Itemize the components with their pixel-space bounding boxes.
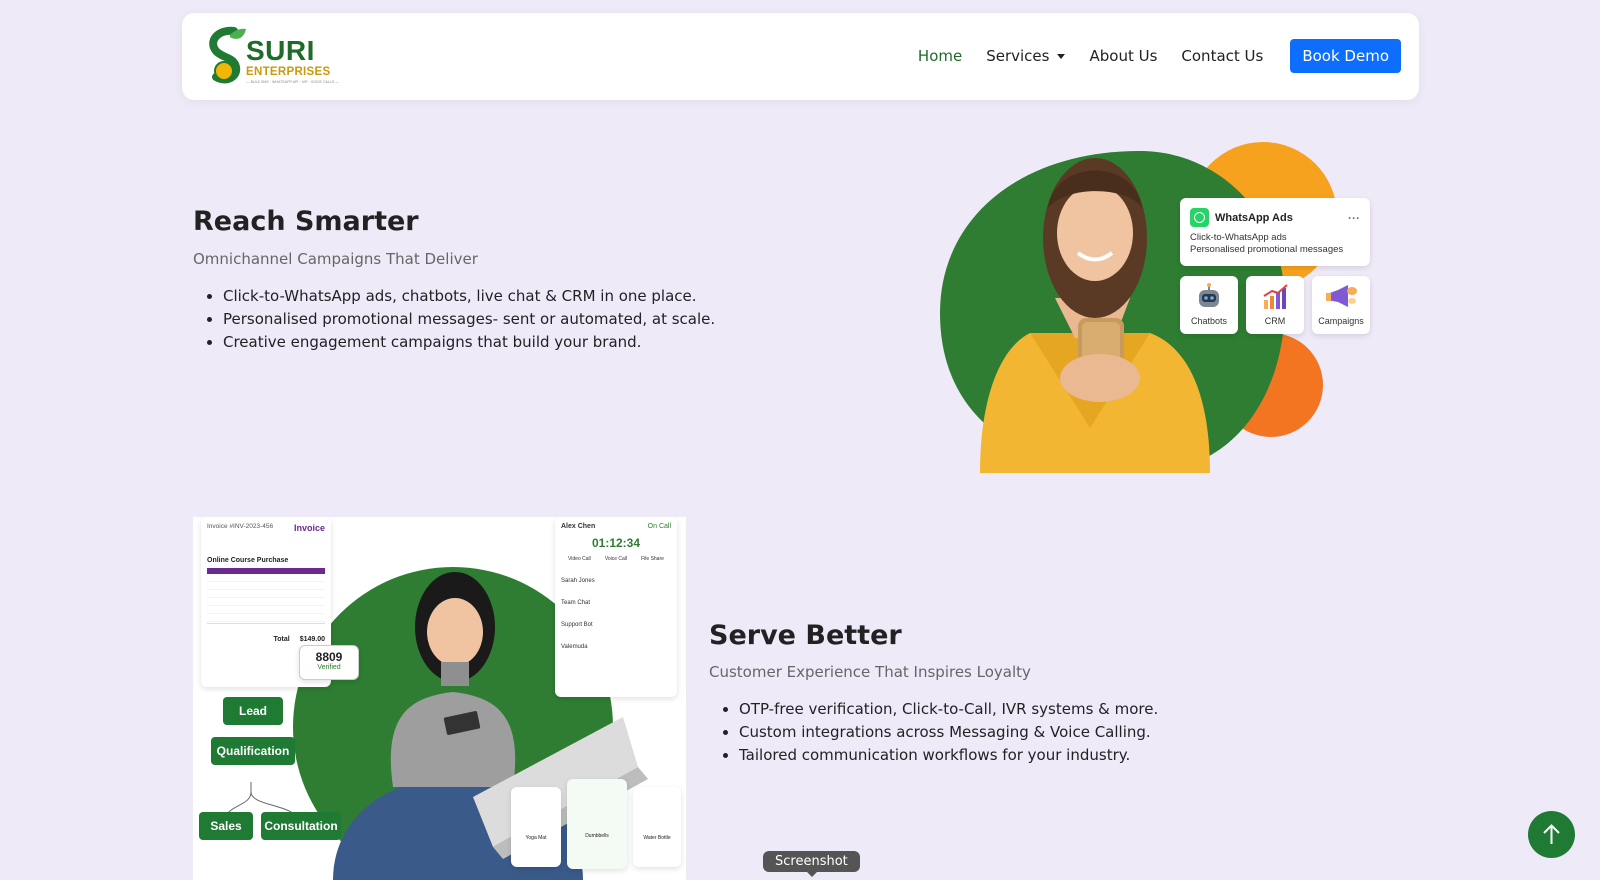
otp-card: 8809 Verified: [299, 645, 359, 680]
nav-contact[interactable]: Contact Us: [1181, 47, 1263, 65]
whatsapp-ads-title: WhatsApp Ads: [1215, 211, 1293, 224]
chat-item: Team Chat: [561, 600, 591, 606]
call-header: Alex Chen On Call: [561, 523, 671, 530]
otp-status: Verified: [317, 664, 341, 671]
call-actions: Video Call Voice Call File Share: [561, 556, 671, 562]
section1-subtitle: Omnichannel Campaigns That Deliver: [193, 250, 478, 268]
invoice-number: Invoice #INV-2023-456: [207, 523, 274, 530]
nav-home[interactable]: Home: [918, 47, 962, 65]
list-item: OTP-free verification, Click-to-Call, IV…: [739, 698, 1158, 721]
logo-subtitle: ENTERPRISES: [246, 66, 331, 78]
crm-card: CRM: [1246, 276, 1304, 334]
invoice-total-label: Total: [273, 636, 290, 643]
chatbots-label: Chatbots: [1190, 316, 1228, 326]
list-item: Personalised promotional messages- sent …: [223, 308, 715, 331]
otp-code: 8809: [315, 650, 343, 664]
nav-services[interactable]: Services: [986, 47, 1066, 65]
crm-label: CRM: [1264, 316, 1286, 326]
robot-icon: [1199, 283, 1219, 307]
section2-bullets: OTP-free verification, Click-to-Call, IV…: [709, 698, 1158, 767]
nav-services-label: Services: [986, 47, 1050, 65]
chat-list: Sarah Jones Team Chat Support Bot Valemu…: [561, 570, 671, 658]
invoice-header: Invoice #INV-2023-456 Invoice: [207, 523, 325, 533]
invoice-total-value: $149.00: [299, 636, 325, 643]
flow-qualification: Qualification: [211, 737, 295, 765]
flow-sales: Sales: [199, 812, 253, 840]
chart-growth-icon: [1263, 284, 1288, 309]
chevron-down-icon: [1057, 54, 1066, 59]
product-card-water-bottle: Water Bottle: [633, 787, 681, 867]
book-demo-button[interactable]: Book Demo: [1290, 39, 1401, 73]
product-card-dumbbells: Dumbbells: [567, 779, 627, 869]
whatsapp-ads-card: WhatsApp Ads ··· Click-to-WhatsApp ads P…: [1180, 198, 1370, 266]
nav-links: Home Services About Us Contact Us Book D…: [894, 39, 1401, 73]
voice-call-action: Voice Call: [604, 556, 628, 562]
chat-item: Valemuda: [561, 644, 588, 650]
whatsapp-icon: [1190, 208, 1209, 227]
campaigns-label: Campaigns: [1318, 316, 1364, 326]
nav-about[interactable]: About Us: [1089, 47, 1157, 65]
call-status: On Call: [647, 523, 671, 530]
whatsapp-ads-header: WhatsApp Ads ···: [1190, 208, 1360, 227]
more-options-icon: ···: [1348, 210, 1360, 225]
hero-image-reach: WhatsApp Ads ··· Click-to-WhatsApp ads P…: [940, 128, 1380, 473]
scroll-to-top-button[interactable]: [1528, 811, 1575, 858]
logo-text: SURI ENTERPRISES — BULK SMS · WHATSAPP A…: [246, 37, 339, 85]
whatsapp-ads-line1: Click-to-WhatsApp ads: [1190, 232, 1287, 243]
invoice-total: Total $149.00: [207, 636, 325, 643]
logo-name: SURI: [246, 35, 315, 66]
chat-item: Sarah Jones: [561, 578, 595, 584]
section2-subtitle: Customer Experience That Inspires Loyalt…: [709, 663, 1031, 681]
invoice-label: Invoice: [293, 523, 325, 533]
logo[interactable]: SURI ENTERPRISES — BULK SMS · WHATSAPP A…: [204, 25, 339, 89]
whatsapp-ads-line2: Personalised promotional messages: [1190, 244, 1344, 255]
file-share-action: File Share: [641, 556, 664, 562]
invoice-table: [207, 574, 325, 624]
arrow-up-icon: [1543, 824, 1560, 844]
product-name: Dumbbells: [585, 833, 609, 839]
section2-title: Serve Better: [709, 620, 902, 651]
list-item: Click-to-WhatsApp ads, chatbots, live ch…: [223, 285, 715, 308]
flow-consultation: Consultation: [261, 812, 341, 840]
campaigns-card: Campaigns: [1312, 276, 1370, 334]
chatbots-card: Chatbots: [1180, 276, 1238, 334]
invoice-item: Online Course Purchase: [207, 557, 289, 564]
list-item: Creative engagement campaigns that build…: [223, 331, 715, 354]
call-timer: 01:12:34: [591, 536, 641, 550]
call-name: Alex Chen: [561, 523, 596, 530]
navbar: SURI ENTERPRISES — BULK SMS · WHATSAPP A…: [182, 13, 1419, 100]
list-item: Tailored communication workflows for you…: [739, 744, 1158, 767]
video-call-action: Video Call: [568, 556, 591, 562]
chat-item: Support Bot: [561, 622, 593, 628]
logo-tagline: — BULK SMS · WHATSAPP API · IVR · VOICE …: [246, 80, 339, 84]
product-name: Yoga Mat: [525, 835, 547, 841]
product-card-yoga-mat: Yoga Mat: [511, 787, 561, 867]
logo-leaf-icon: [209, 26, 246, 84]
hero-image-serve: Invoice #INV-2023-456 Invoice Online Cou…: [193, 517, 686, 880]
product-name: Water Bottle: [643, 835, 671, 841]
screenshot-tooltip: Screenshot: [763, 851, 860, 877]
flow-lead: Lead: [223, 697, 283, 725]
section1-bullets: Click-to-WhatsApp ads, chatbots, live ch…: [193, 285, 715, 354]
megaphone-icon: [1326, 285, 1357, 307]
list-item: Custom integrations across Messaging & V…: [739, 721, 1158, 744]
section1-title: Reach Smarter: [193, 206, 419, 237]
call-card: Alex Chen On Call 01:12:34 Video Call Vo…: [555, 517, 677, 697]
